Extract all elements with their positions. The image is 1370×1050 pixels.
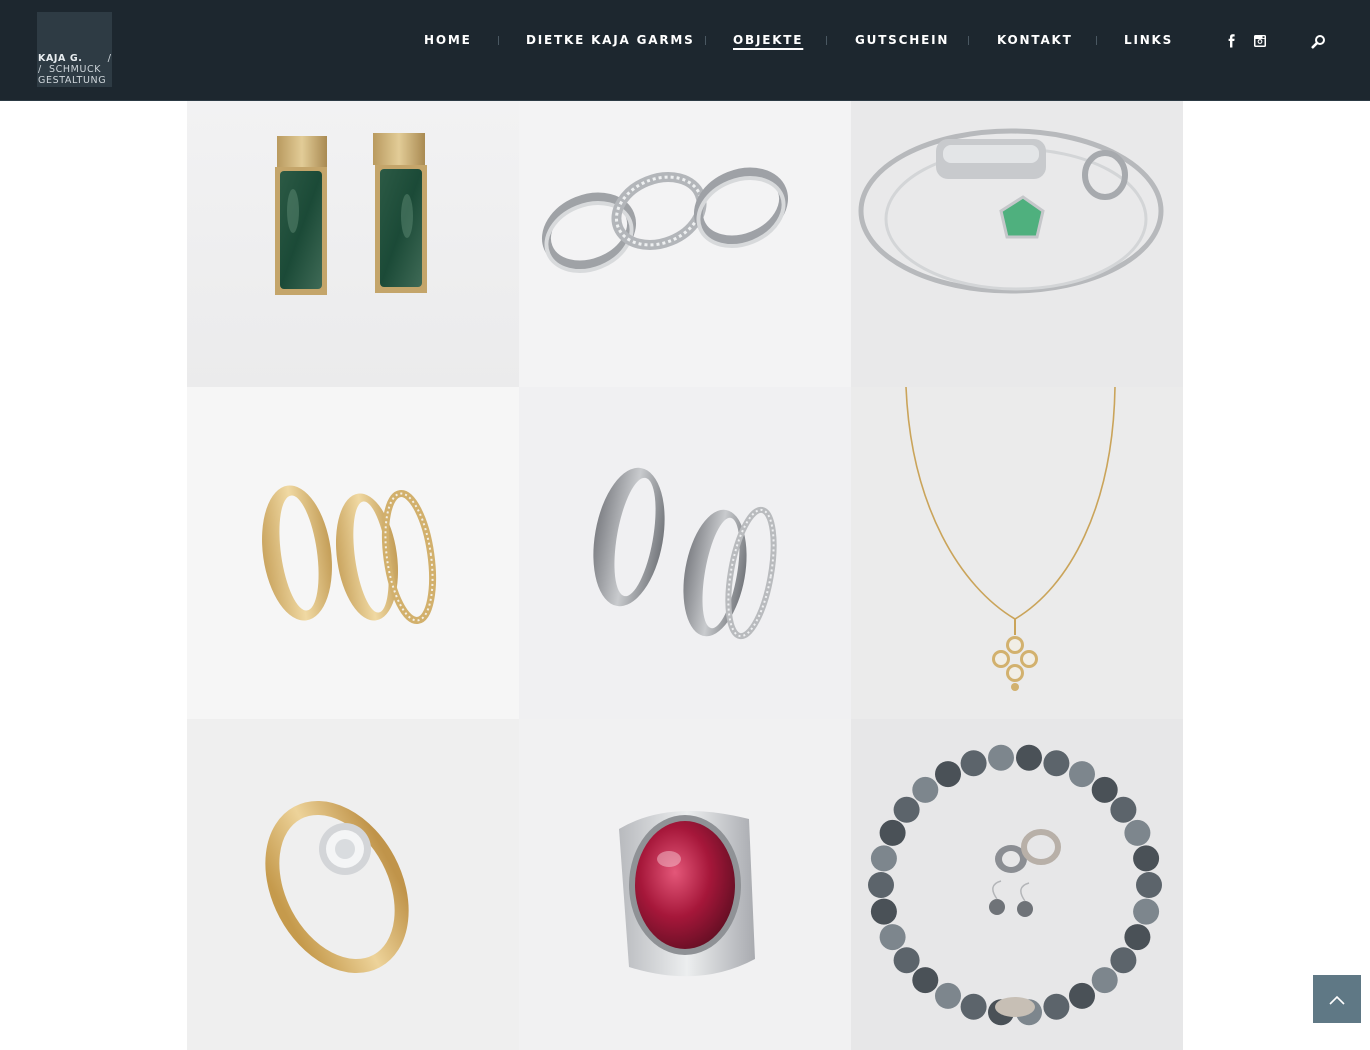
gallery-item-red-stone-ring[interactable] <box>519 719 851 1050</box>
pearl <box>879 924 906 951</box>
chevron-up-icon <box>1329 995 1345 1005</box>
gallery-item-pearl-pendant-necklace[interactable] <box>851 387 1183 719</box>
pearl <box>1069 761 1095 788</box>
logo-line-1: KAJA G. <box>38 53 83 64</box>
pearl <box>1043 750 1070 777</box>
pearl <box>1110 947 1137 974</box>
pearl <box>868 872 894 898</box>
pearl <box>879 819 906 846</box>
gallery-item-gold-wedding-rings[interactable] <box>187 387 519 719</box>
pearl <box>1110 796 1137 823</box>
nav-item-gutschein[interactable]: GUTSCHEIN <box>855 33 949 47</box>
pearl <box>1069 982 1095 1009</box>
pearl <box>1091 967 1118 994</box>
pearl <box>893 947 920 974</box>
nav-separator <box>826 36 827 45</box>
pearl <box>1043 993 1070 1020</box>
gallery-item-platinum-wedding-rings[interactable] <box>519 387 851 719</box>
pearl <box>1124 924 1151 951</box>
pearl <box>1124 819 1151 846</box>
facebook-icon[interactable] <box>1225 34 1239 48</box>
instagram-icon[interactable] <box>1253 34 1267 48</box>
gallery-item-solitaire-ring[interactable] <box>187 719 519 1050</box>
nav-item-objekte[interactable]: OBJEKTE <box>733 33 803 47</box>
pearl <box>1133 898 1160 925</box>
nav-separator <box>705 36 706 45</box>
pearl <box>935 982 961 1009</box>
site-header: KAJA G. / / SCHMUCK GESTALTUNG HOME DIET… <box>0 0 1370 101</box>
pearl <box>935 761 961 788</box>
pearl <box>870 898 897 925</box>
pearl <box>912 967 939 994</box>
pearl <box>893 796 920 823</box>
main-nav: HOME DIETKE KAJA GARMS OBJEKTE GUTSCHEIN… <box>0 33 1370 51</box>
nav-separator <box>968 36 969 45</box>
pearl <box>960 993 987 1020</box>
logo-line-3: GESTALTUNG <box>38 75 107 86</box>
nav-item-home[interactable]: HOME <box>424 33 472 47</box>
gallery-item-tahitian-pearl-set[interactable] <box>851 719 1183 1050</box>
search-icon[interactable] <box>1311 34 1326 49</box>
pearl <box>1091 776 1118 803</box>
nav-separator <box>1096 36 1097 45</box>
gallery-item-eternity-rings[interactable] <box>519 101 851 387</box>
pearl <box>1016 744 1042 771</box>
pearl <box>1133 845 1160 872</box>
pearl <box>912 776 939 803</box>
nav-item-links[interactable]: LINKS <box>1124 33 1173 47</box>
gallery-item-earrings[interactable] <box>187 101 519 387</box>
nav-item-kontakt[interactable]: KONTAKT <box>997 33 1073 47</box>
jewelry-gallery <box>187 101 1183 1050</box>
nav-item-dietke-kaja-garms[interactable]: DIETKE KAJA GARMS <box>526 33 695 47</box>
back-to-top-button[interactable] <box>1313 975 1361 1023</box>
pearl <box>988 744 1014 771</box>
pearl <box>960 750 987 777</box>
gallery-item-bangle-set[interactable] <box>851 101 1183 387</box>
pearl <box>1136 872 1162 898</box>
pearl <box>870 845 897 872</box>
nav-separator <box>498 36 499 45</box>
logo-slash: / <box>107 53 111 64</box>
logo-line-2: / SCHMUCK <box>38 64 102 75</box>
